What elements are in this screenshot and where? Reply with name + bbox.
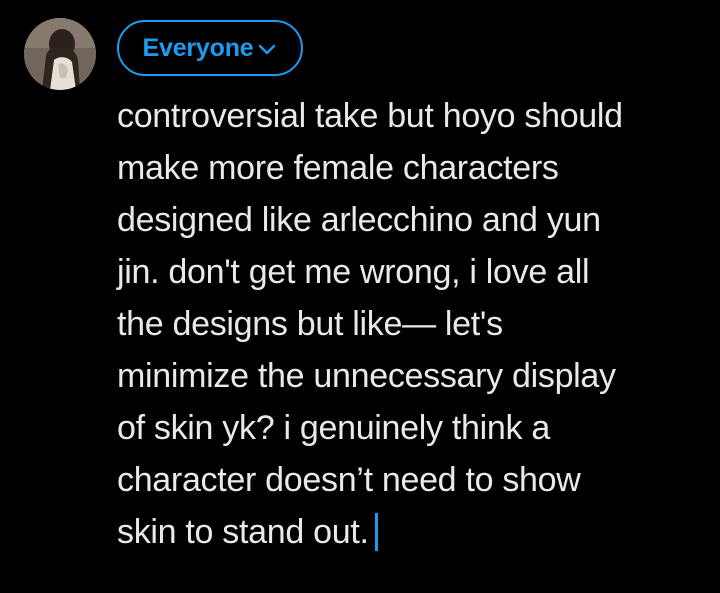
post-text-content: controversial take but hoyo should make … [117, 97, 623, 551]
text-caret [374, 513, 378, 551]
avatar[interactable] [24, 18, 96, 90]
post-composer: Everyone controversial take but hoyo sho… [0, 0, 720, 593]
post-text-input[interactable]: controversial take but hoyo should make … [117, 90, 707, 558]
chevron-down-icon [257, 43, 277, 57]
audience-label: Everyone [142, 33, 254, 62]
audience-selector-button[interactable]: Everyone [117, 20, 303, 76]
